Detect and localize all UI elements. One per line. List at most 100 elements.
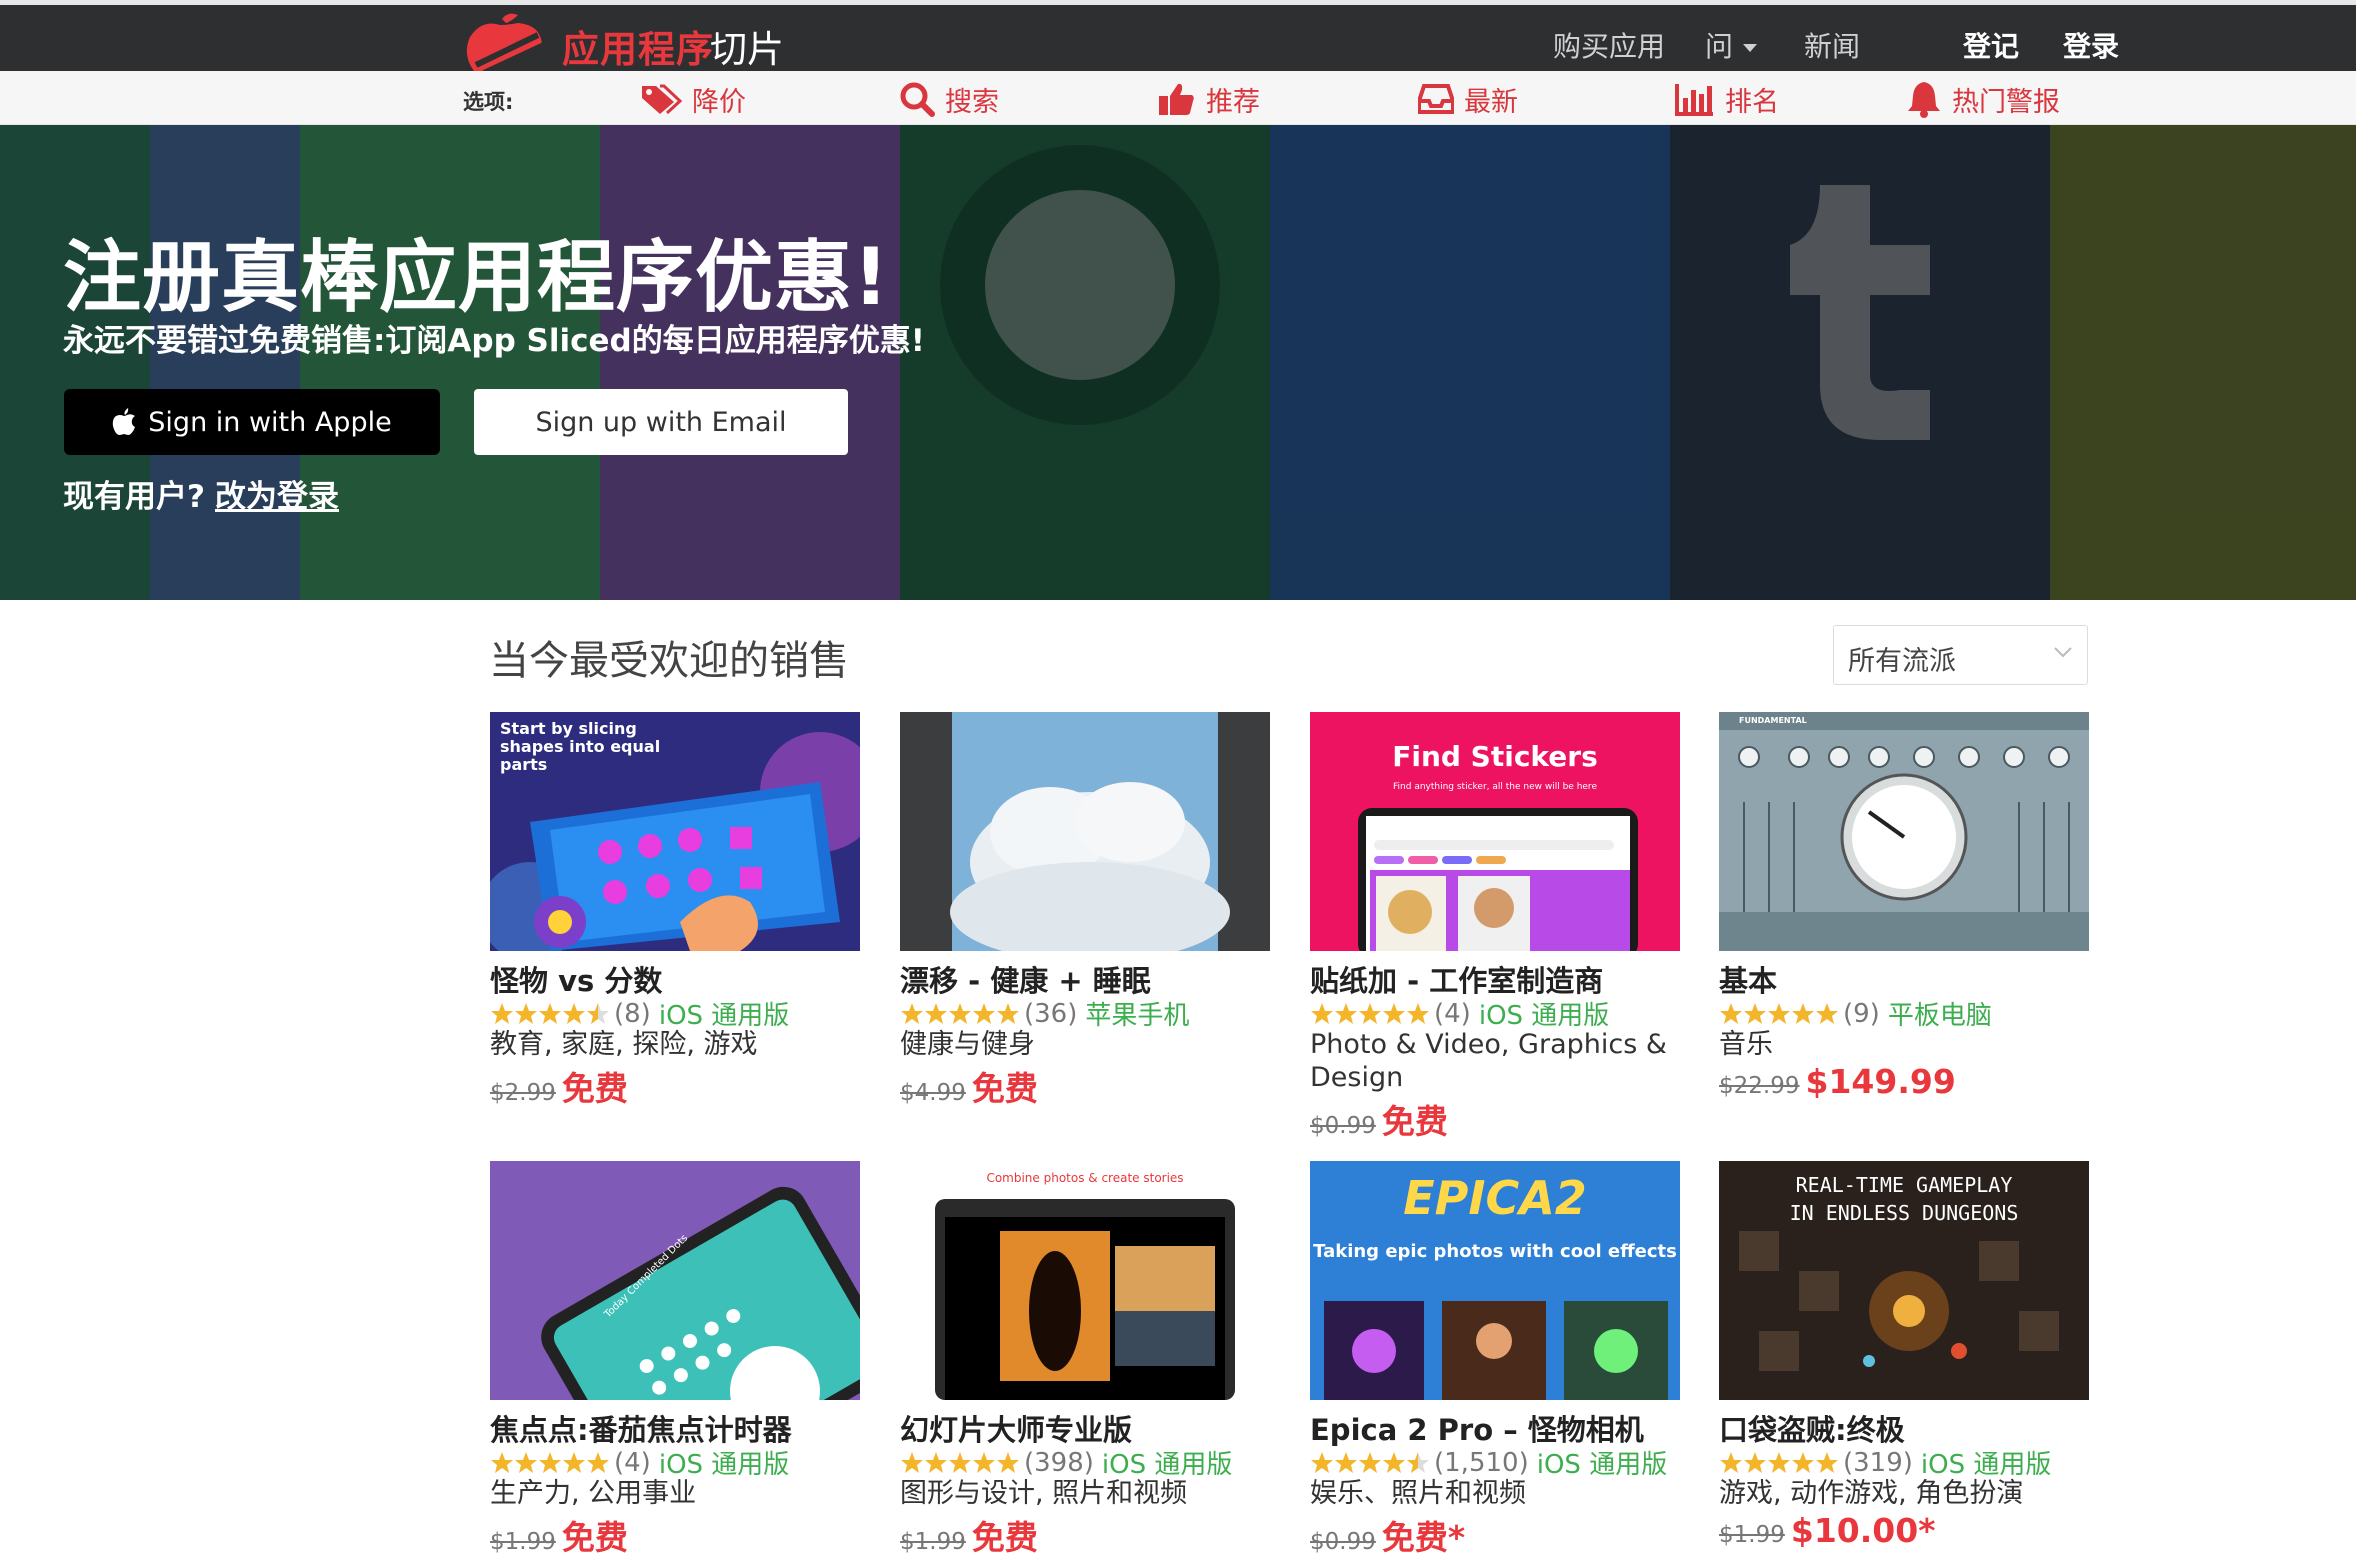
nav-buy-apps[interactable]: 购买应用	[1553, 25, 1665, 65]
rating-count: (1,510)	[1434, 1447, 1529, 1478]
app-name[interactable]: 焦点点:番茄焦点计时器	[490, 1407, 792, 1449]
platform-label: iOS 通用版	[658, 1450, 790, 1480]
apple-icon	[113, 408, 136, 435]
hero-banner: 注册真棒应用程序优惠! 永远不要错过免费销售:订阅App Sliced的每日应用…	[0, 125, 2356, 600]
rating-count: (8)	[614, 998, 651, 1029]
nav-login[interactable]: 登录	[2063, 25, 2119, 65]
app-thumbnail[interactable]: EPICA2 Taking epic photos with cool effe…	[1310, 1161, 1680, 1400]
app-name[interactable]: 贴纸加 - 工作室制造商	[1310, 958, 1603, 1000]
genre-select[interactable]: 所有流派	[1833, 625, 2088, 685]
app-thumbnail[interactable]: REAL-TIME GAMEPLAY IN ENDLESS DUNGEONS	[1719, 1161, 2089, 1400]
rating-count: (4)	[614, 1447, 651, 1478]
option-label: 搜索	[945, 86, 999, 118]
platform-label: 苹果手机	[1085, 1001, 1190, 1031]
star-rating-icon	[900, 1451, 1020, 1475]
option-newest[interactable]: 最新	[1418, 79, 1518, 119]
old-price: $22.99	[1719, 1073, 1800, 1099]
existing-user-label: 现有用户?	[63, 479, 205, 515]
sale-price: 免费	[971, 1069, 1038, 1108]
app-screenshot-image	[900, 712, 1270, 951]
sign-in-with-apple-button[interactable]: Sign in with Apple	[64, 389, 440, 455]
thumbnail-caption: Taking epic photos with cool effects	[1313, 1241, 1677, 1262]
platform-label: iOS 通用版	[1101, 1450, 1233, 1480]
brand-name-suffix[interactable]: 切片	[710, 19, 784, 73]
rating-count: (9)	[1843, 998, 1880, 1029]
thumbnail-caption-line-2: IN ENDLESS DUNGEONS	[1789, 1201, 2019, 1225]
nav-register[interactable]: 登记	[1963, 25, 2019, 65]
existing-user-prompt: 现有用户? 改为登录	[63, 471, 339, 516]
app-price: $0.99 免费	[1310, 1095, 1448, 1143]
app-rating: (4) iOS 通用版	[1310, 995, 1609, 1032]
thumbs-up-icon	[1159, 83, 1194, 115]
apple-slice-logo-icon[interactable]	[462, 11, 550, 75]
sale-price: 免费	[971, 1518, 1038, 1557]
app-price: $1.99 $10.00*	[1719, 1511, 1935, 1550]
app-name[interactable]: 口袋盗贼:终极	[1719, 1407, 1905, 1449]
rating-count: (319)	[1843, 1447, 1913, 1478]
nav-news[interactable]: 新闻	[1804, 25, 1860, 65]
app-name[interactable]: 基本	[1719, 958, 1777, 1000]
app-thumbnail[interactable]: Find Stickers Find anything sticker, all…	[1310, 712, 1680, 951]
app-rating: (9) 平板电脑	[1719, 995, 1992, 1032]
app-rating: (4) iOS 通用版	[490, 1444, 789, 1481]
inbox-icon	[1418, 84, 1454, 114]
sign-up-with-email-button[interactable]: Sign up with Email	[474, 389, 848, 455]
star-rating-icon	[1719, 1002, 1839, 1026]
thumbnail-logo-text: EPICA2	[1403, 1171, 1587, 1225]
app-price: $0.99 免费*	[1310, 1511, 1465, 1559]
option-price-drops[interactable]: 降价	[640, 79, 746, 119]
rating-count: (4)	[1434, 998, 1471, 1029]
app-price: $4.99 免费	[900, 1062, 1038, 1110]
option-search[interactable]: 搜索	[899, 79, 999, 119]
old-price: $1.99	[490, 1529, 556, 1555]
nav-ask-dropdown[interactable]: 问	[1705, 25, 1758, 65]
sale-price: 免费	[561, 1518, 628, 1557]
app-thumbnail[interactable]: FUNDAMENTAL	[1719, 712, 2089, 951]
app-rating: (36) 苹果手机	[900, 995, 1189, 1032]
app-thumbnail[interactable]: Combine photos & create stories	[900, 1161, 1270, 1400]
nav-ask-label: 问	[1705, 30, 1734, 63]
bar-chart-icon	[1675, 84, 1713, 116]
app-thumbnail[interactable]: Today Completed Dots	[490, 1161, 860, 1400]
app-price: $22.99 $149.99	[1719, 1062, 1956, 1101]
apple-button-label: Sign in with Apple	[148, 406, 392, 438]
app-name[interactable]: Epica 2 Pro – 怪物相机	[1310, 1407, 1644, 1449]
app-price: $2.99 免费	[490, 1062, 628, 1110]
app-categories: 教育, 家庭, 探险, 游戏	[490, 1029, 758, 1060]
app-thumbnail[interactable]: Start by slicing shapes into equal parts	[490, 712, 860, 951]
thumbnail-subcaption: Find anything sticker, all the new will …	[1393, 782, 1597, 792]
old-price: $2.99	[490, 1080, 556, 1106]
bell-icon	[1908, 82, 1940, 118]
old-price: $1.99	[1719, 1522, 1785, 1548]
app-name[interactable]: 幻灯片大师专业版	[900, 1407, 1132, 1449]
hero-overlay	[0, 125, 2356, 600]
login-instead-link[interactable]: 改为登录	[215, 479, 339, 515]
option-recommended[interactable]: 推荐	[1158, 79, 1260, 119]
app-rating: (8) iOS 通用版	[490, 995, 789, 1032]
app-name[interactable]: 怪物 vs 分数	[490, 958, 662, 1000]
sale-price: $10.00*	[1790, 1511, 1936, 1550]
option-label: 排名	[1725, 86, 1779, 118]
thumbnail-caption: Find Stickers	[1392, 740, 1598, 773]
app-thumbnail[interactable]	[900, 712, 1270, 951]
platform-label: iOS 通用版	[658, 1001, 790, 1031]
app-categories: Photo & Video, Graphics & Design	[1310, 1029, 1667, 1093]
old-price: $1.99	[900, 1529, 966, 1555]
app-price: $1.99 免费	[900, 1511, 1038, 1559]
app-price: $1.99 免费	[490, 1511, 628, 1559]
app-categories: 健康与健身	[900, 1029, 1035, 1060]
chevron-down-icon	[2054, 647, 2072, 658]
search-icon	[900, 82, 935, 117]
thumbnail-caption-line-1: REAL-TIME GAMEPLAY	[1795, 1173, 2013, 1197]
hero-subtitle: 永远不要错过免费销售:订阅App Sliced的每日应用程序优惠!	[63, 323, 925, 359]
app-categories: 图形与设计, 照片和视频	[900, 1478, 1188, 1509]
old-price: $0.99	[1310, 1529, 1376, 1555]
price-tag-icon	[642, 84, 682, 115]
rating-count: (36)	[1024, 998, 1078, 1029]
option-rankings[interactable]: 排名	[1675, 79, 1779, 119]
app-name[interactable]: 漂移 - 健康 + 睡眠	[900, 958, 1151, 1000]
platform-label: iOS 通用版	[1536, 1450, 1668, 1480]
genre-select-value: 所有流派	[1848, 646, 1956, 677]
option-hot-alerts[interactable]: 热门警报	[1906, 79, 2060, 119]
brand-name[interactable]: 应用程序	[562, 19, 714, 73]
